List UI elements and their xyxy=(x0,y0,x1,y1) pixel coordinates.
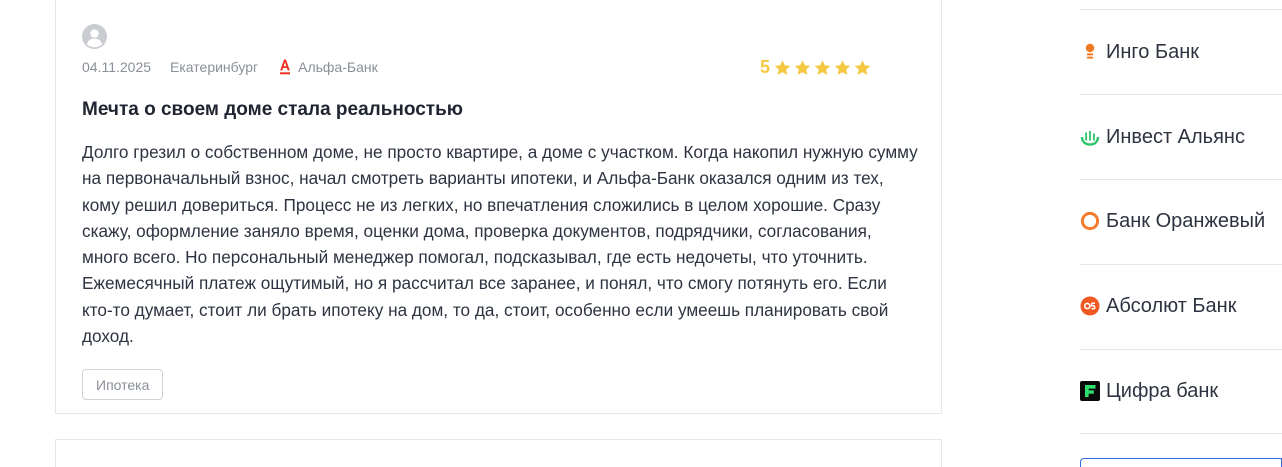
sidebar-item-orange-bank[interactable]: Банк Оранжевый xyxy=(1080,208,1265,234)
star-icon xyxy=(834,59,851,75)
orange-bank-logo-icon xyxy=(1080,211,1100,231)
sidebar-item-absolut-bank[interactable]: Абсолют Банк xyxy=(1080,293,1236,319)
star-icon xyxy=(854,59,871,75)
sidebar-item-cifra-bank[interactable]: Цифра банк xyxy=(1080,378,1218,404)
review-date: 04.11.2025 xyxy=(82,59,152,75)
sidebar-item-label: Инвест Альянс xyxy=(1106,125,1245,148)
sidebar-more-button[interactable] xyxy=(1080,458,1282,467)
star-icon xyxy=(774,59,791,75)
sidebar-item-label: Цифра банк xyxy=(1106,379,1219,402)
review-city: Екатеринбург xyxy=(170,59,259,75)
rating-stars xyxy=(773,59,873,77)
page: 04.11.2025 Екатеринбург Альфа-Банк 5 Меч… xyxy=(0,0,1282,467)
star-icon xyxy=(794,59,811,75)
next-review-card xyxy=(55,439,942,467)
review-meta: 04.11.2025 Екатеринбург Альфа-Банк xyxy=(82,58,378,76)
absolut-bank-logo-icon xyxy=(1080,296,1100,316)
review-tag-mortgage[interactable]: Ипотека xyxy=(82,369,164,400)
alfa-bank-logo-icon xyxy=(280,59,291,75)
sidebar-bank-list: Инго Банк Инвест Альянс Банк Оранжевый А… xyxy=(1080,0,1282,467)
divider xyxy=(1080,179,1282,180)
star-icon xyxy=(814,59,831,75)
cifra-bank-logo-icon xyxy=(1080,381,1100,401)
review-bank-link[interactable]: Альфа-Банк xyxy=(279,58,378,76)
sidebar-item-ingo-bank[interactable]: Инго Банк xyxy=(1080,39,1199,65)
review-rating: 5 xyxy=(760,57,873,78)
user-avatar-icon xyxy=(82,24,107,49)
invest-alliance-logo-icon xyxy=(1080,131,1100,146)
divider xyxy=(1080,433,1282,434)
divider xyxy=(1080,94,1282,95)
review-card: 04.11.2025 Екатеринбург Альфа-Банк 5 Меч… xyxy=(55,0,942,414)
review-text: Долго грезил о собственном доме, не прос… xyxy=(82,142,918,347)
sidebar-item-label: Банк Оранжевый xyxy=(1106,209,1266,232)
review-title[interactable]: Мечта о своем доме стала реальностью xyxy=(82,99,463,121)
divider xyxy=(1080,9,1282,10)
divider xyxy=(1080,349,1282,350)
rating-value: 5 xyxy=(760,57,771,77)
sidebar-item-label: Инго Банк xyxy=(1106,40,1199,63)
sidebar-item-label: Абсолют Банк xyxy=(1106,294,1237,317)
ingo-bank-logo-icon xyxy=(1085,43,1095,59)
sidebar-item-invest-alliance[interactable]: Инвест Альянс xyxy=(1080,124,1245,150)
review-bank-name: Альфа-Банк xyxy=(298,59,378,75)
divider xyxy=(1080,264,1282,265)
